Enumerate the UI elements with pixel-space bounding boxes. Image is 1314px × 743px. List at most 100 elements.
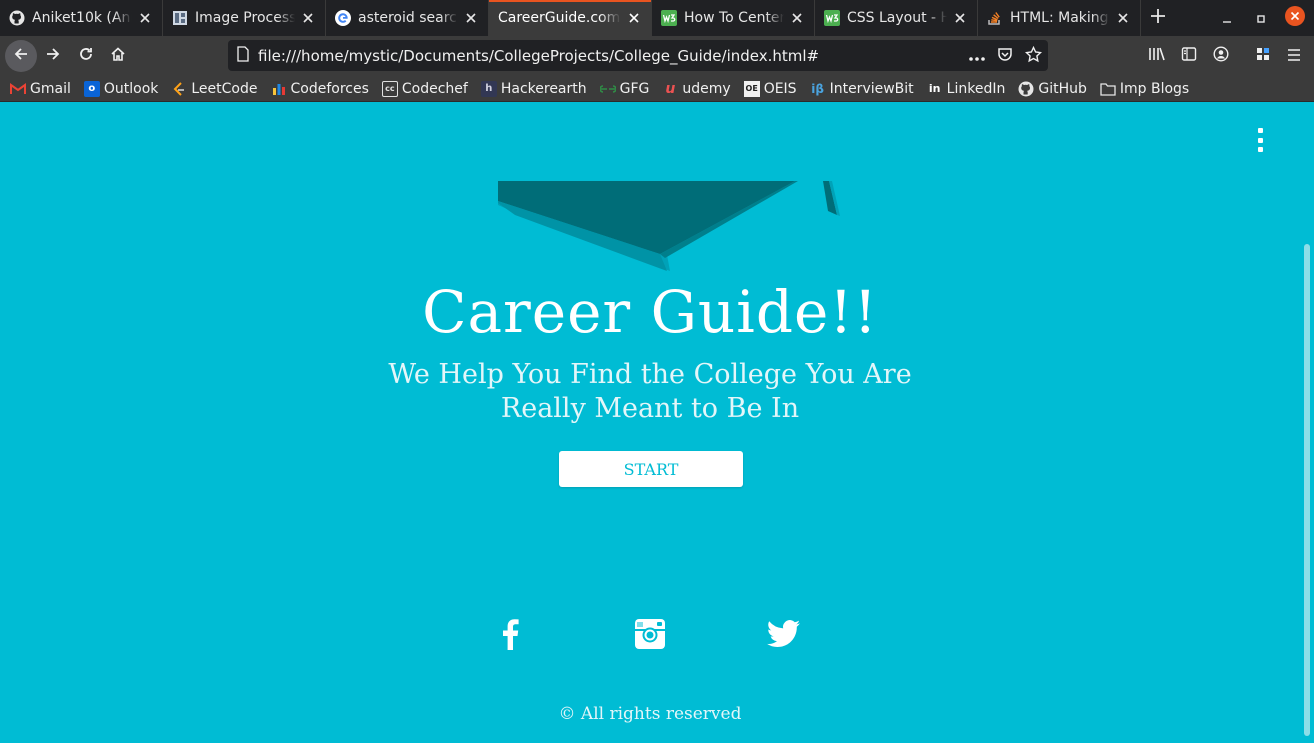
- folder-icon: [1100, 81, 1116, 97]
- sidebar-icon: [1181, 46, 1197, 66]
- bookmark-gfg[interactable]: GFG: [599, 81, 649, 97]
- navigation-toolbar: file:///home/mystic/Documents/CollegePro…: [0, 36, 1314, 76]
- bookmark-linkedin[interactable]: in LinkedIn: [927, 81, 1006, 97]
- scrollbar-thumb[interactable]: [1304, 244, 1310, 736]
- maximize-button[interactable]: [1250, 0, 1272, 36]
- bookmark-label: GitHub: [1038, 80, 1087, 97]
- close-icon: [1285, 6, 1305, 30]
- close-icon[interactable]: [951, 9, 969, 27]
- tab-label: Aniket10k (Anik: [32, 10, 132, 26]
- tab-how-to-center[interactable]: How To Center: [652, 0, 815, 36]
- account-button[interactable]: [1205, 40, 1237, 72]
- minimize-icon: [1222, 9, 1232, 28]
- bookmark-folder-imp-blogs[interactable]: Imp Blogs: [1100, 81, 1189, 97]
- bookmark-label: Codeforces: [290, 80, 369, 97]
- page-info-icon[interactable]: [236, 45, 250, 66]
- tab-label: How To Center: [684, 10, 784, 26]
- library-button[interactable]: [1141, 40, 1173, 72]
- tab-label: HTML: Making a: [1010, 10, 1110, 26]
- tab-image-processing[interactable]: Image Processin: [163, 0, 326, 36]
- leetcode-icon: [171, 81, 187, 97]
- close-icon[interactable]: [625, 9, 643, 27]
- start-button[interactable]: START: [559, 451, 743, 487]
- menu-dot: [1257, 147, 1263, 152]
- bookmark-oeis[interactable]: OE OEIS: [743, 80, 797, 97]
- pocket-icon: [997, 46, 1013, 66]
- facebook-link[interactable]: [492, 618, 528, 654]
- bookmark-label: InterviewBit: [829, 80, 914, 97]
- reload-button[interactable]: [70, 40, 102, 72]
- back-arrow-icon: [13, 46, 29, 66]
- tab-careerguide[interactable]: CareerGuide.com: [489, 0, 652, 36]
- github-icon: [1018, 81, 1034, 97]
- w3schools-icon: [824, 10, 840, 26]
- maximize-icon: [1256, 9, 1266, 28]
- account-icon: [1213, 46, 1229, 66]
- codechef-icon: cc: [381, 80, 398, 97]
- tab-google-search[interactable]: asteroid search: [326, 0, 489, 36]
- twitter-link[interactable]: [766, 618, 802, 654]
- instagram-link[interactable]: [632, 618, 668, 654]
- extensions-icon: [1255, 46, 1271, 66]
- bookmark-label: Hackerearth: [500, 80, 587, 97]
- tab-github[interactable]: Aniket10k (Anik: [0, 0, 163, 36]
- tab-label: Image Processin: [195, 10, 295, 26]
- bookmark-label: Outlook: [103, 80, 159, 97]
- bookmark-github[interactable]: GitHub: [1018, 81, 1087, 97]
- bookmark-star-button[interactable]: [1017, 40, 1049, 72]
- close-icon[interactable]: [136, 9, 154, 27]
- reload-icon: [78, 46, 94, 66]
- more-vertical-menu-button[interactable]: [1250, 128, 1270, 152]
- bookmark-udemy[interactable]: u udemy: [662, 81, 730, 97]
- bookmark-label: OEIS: [763, 80, 797, 97]
- window-close-button[interactable]: [1284, 0, 1306, 36]
- forward-button[interactable]: [37, 40, 69, 72]
- close-icon[interactable]: [462, 9, 480, 27]
- instagram-icon: [634, 618, 666, 654]
- tab-html-making[interactable]: HTML: Making a: [978, 0, 1141, 36]
- graduation-cap-illustration: [495, 181, 845, 277]
- back-button[interactable]: [5, 40, 37, 72]
- copyright-footer: © All rights reserved: [558, 704, 742, 724]
- bookmark-leetcode[interactable]: LeetCode: [171, 80, 258, 97]
- star-icon: [1024, 45, 1042, 67]
- close-icon[interactable]: [788, 9, 806, 27]
- scrollbar[interactable]: [1300, 102, 1314, 743]
- sidebar-button[interactable]: [1173, 40, 1205, 72]
- bookmark-codechef[interactable]: cc Codechef: [381, 80, 468, 97]
- bookmark-hackerearth[interactable]: h Hackerearth: [480, 80, 587, 97]
- linkedin-icon: in: [928, 82, 941, 95]
- gfg-icon: [599, 81, 616, 97]
- tab-css-layout[interactable]: CSS Layout - Ho: [815, 0, 978, 36]
- close-icon[interactable]: [299, 9, 317, 27]
- page-title: Career Guide!!: [422, 278, 878, 346]
- bookmark-gmail[interactable]: Gmail: [10, 81, 71, 97]
- bookmark-outlook[interactable]: o Outlook: [83, 80, 159, 97]
- twitter-icon: [767, 620, 801, 652]
- bookmark-codeforces[interactable]: Codeforces: [271, 81, 369, 97]
- menu-button[interactable]: [1278, 40, 1310, 72]
- tab-strip: Aniket10k (Anik Image Processin asteroid…: [0, 0, 1314, 36]
- home-button[interactable]: [102, 40, 134, 72]
- more-horizontal-icon: [968, 47, 986, 66]
- subtitle-line-1: We Help You Find the College You Are: [388, 359, 912, 390]
- bookmark-label: LeetCode: [191, 80, 258, 97]
- tab-label: asteroid search: [358, 10, 458, 26]
- close-icon[interactable]: [1114, 9, 1132, 27]
- new-tab-button[interactable]: [1141, 0, 1175, 36]
- library-icon: [1148, 46, 1166, 66]
- bookmark-interviewbit[interactable]: iβ InterviewBit: [810, 80, 914, 97]
- bookmark-label: udemy: [682, 80, 731, 97]
- codeforces-icon: [271, 81, 287, 97]
- bookmark-label: Imp Blogs: [1119, 80, 1190, 97]
- minimize-button[interactable]: [1216, 0, 1238, 36]
- google-icon: [335, 10, 351, 26]
- home-icon: [110, 46, 126, 66]
- tab-label: CareerGuide.com: [498, 10, 621, 26]
- tab-label: CSS Layout - Ho: [847, 10, 947, 26]
- extensions-button[interactable]: [1247, 40, 1279, 72]
- bookmarks-toolbar: Gmail o Outlook LeetCode Codeforces cc C…: [0, 76, 1314, 102]
- github-icon: [9, 10, 25, 26]
- udemy-icon: u: [665, 80, 676, 97]
- address-bar[interactable]: file:///home/mystic/Documents/CollegePro…: [228, 40, 1048, 71]
